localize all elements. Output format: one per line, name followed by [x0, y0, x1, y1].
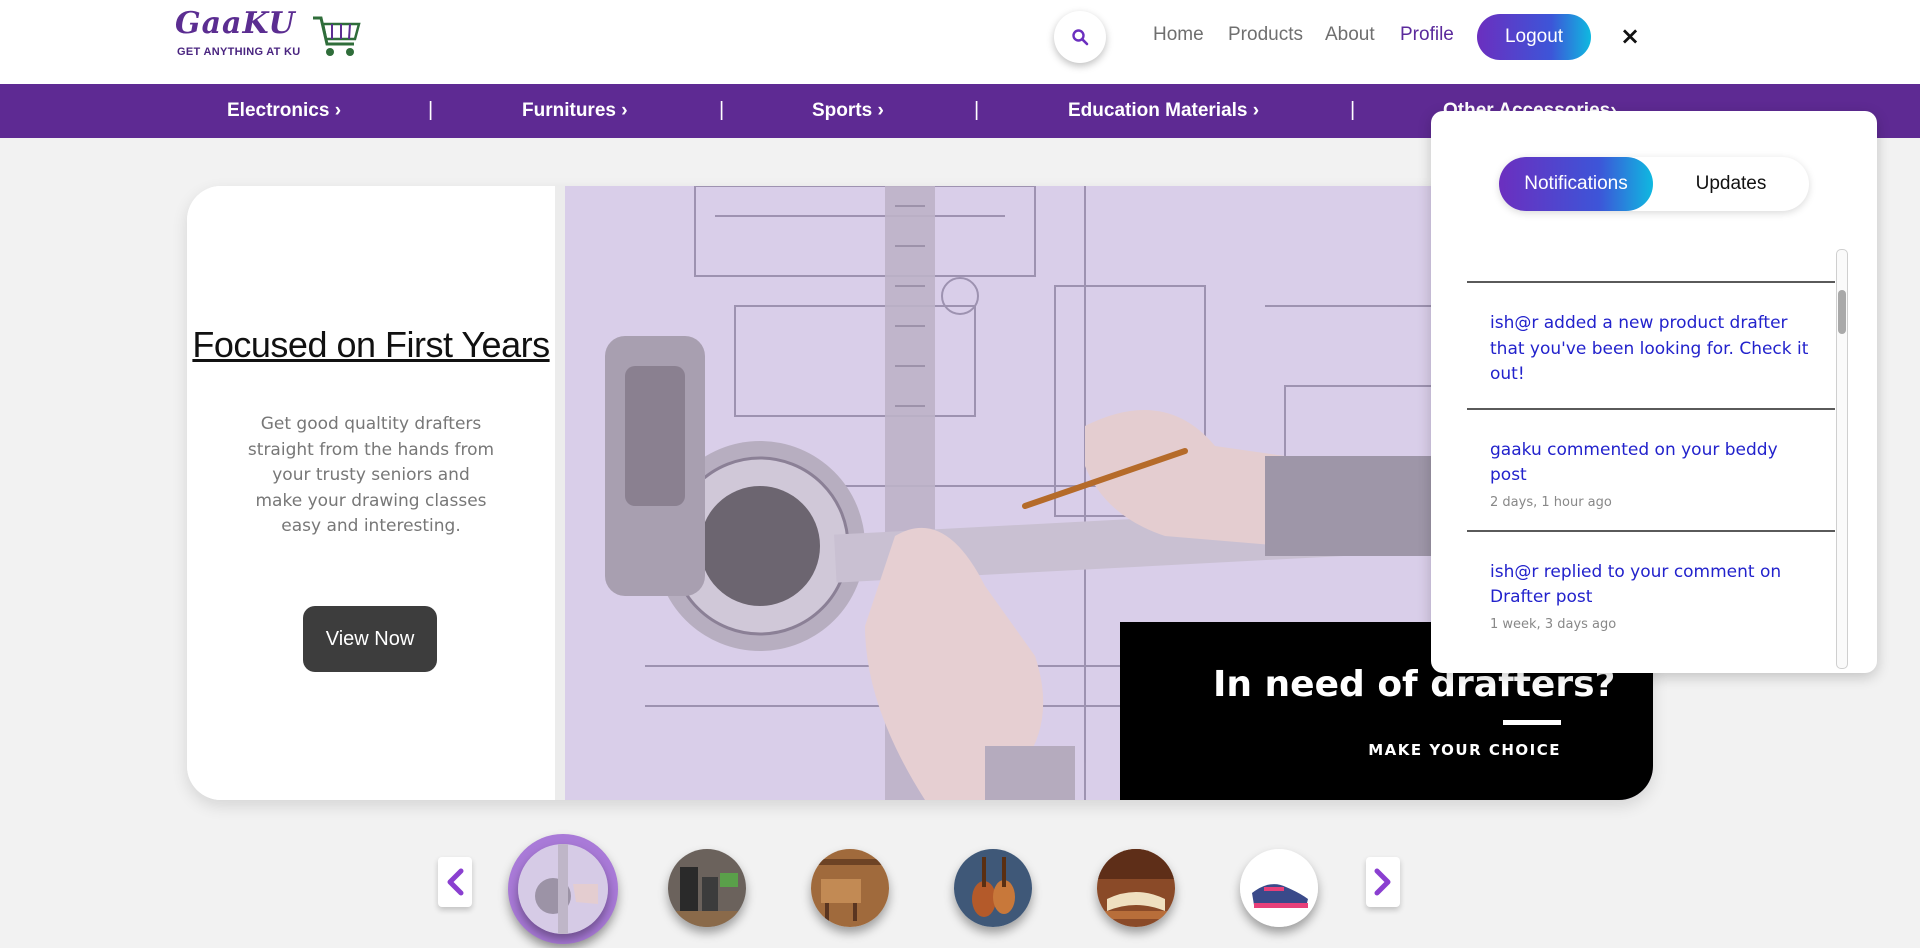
notification-text[interactable]: ish@r added a new product drafter that y…	[1490, 311, 1815, 388]
notification-text[interactable]: gaaku commented on your beddy post	[1490, 438, 1815, 489]
notification-time: 2 days, 1 hour ago	[1490, 494, 1612, 510]
notification-item[interactable]: ish@r added a new product drafter that y…	[1467, 281, 1835, 408]
category-separator: |	[1350, 99, 1356, 121]
logo-text: GaaKU	[175, 6, 296, 41]
books-thumbnail	[1097, 849, 1175, 927]
logo[interactable]: GaaKU GET ANYTHING AT KU	[175, 6, 365, 64]
nav-profile[interactable]: Profile	[1400, 24, 1454, 46]
panel-tabs: Notifications Updates	[1499, 157, 1809, 211]
carousel-thumb-shoes[interactable]	[1240, 849, 1318, 927]
carousel-thumb-drafter[interactable]	[518, 844, 608, 934]
notification-list[interactable]: ish@r added a new product drafter that y…	[1467, 281, 1835, 661]
hero-title: Focused on First Years	[192, 324, 550, 365]
search-icon	[1072, 29, 1089, 46]
notification-scrollbar[interactable]	[1836, 249, 1848, 669]
nav-products[interactable]: Products	[1228, 24, 1303, 46]
category-electronics[interactable]: Electronics ›	[227, 100, 341, 122]
carousel-prev-button[interactable]	[438, 857, 472, 907]
notification-item[interactable]: ish@r replied to your comment on Drafter…	[1467, 529, 1835, 652]
hero-divider	[555, 186, 565, 800]
carousel-thumb-furniture[interactable]	[811, 849, 889, 927]
carousel-thumb-electronics[interactable]	[668, 849, 746, 927]
search-button[interactable]	[1054, 11, 1106, 63]
notifications-panel: Notifications Updates ish@r added a new …	[1431, 111, 1877, 673]
nav-about[interactable]: About	[1325, 24, 1375, 46]
category-furnitures[interactable]: Furnitures ›	[522, 100, 628, 122]
shopping-cart-icon	[313, 16, 361, 56]
carousel-next-button[interactable]	[1366, 857, 1400, 907]
nav-home[interactable]: Home	[1153, 24, 1204, 46]
category-separator: |	[428, 99, 434, 121]
chevron-left-icon	[447, 868, 464, 896]
logout-button[interactable]: Logout	[1477, 14, 1591, 60]
banner-subtitle: MAKE YOUR CHOICE	[1368, 741, 1561, 759]
notification-time: 1 week, 3 days ago	[1490, 616, 1617, 632]
hero-description: Get good qualtity drafters straight from…	[247, 414, 495, 536]
tab-updates[interactable]: Updates	[1653, 157, 1809, 211]
instruments-thumbnail	[954, 849, 1032, 927]
category-separator: |	[974, 99, 980, 121]
close-icon[interactable]: ×	[1620, 24, 1640, 48]
banner-underline	[1503, 720, 1561, 725]
category-sports[interactable]: Sports ›	[812, 100, 884, 122]
view-now-button[interactable]: View Now	[303, 606, 437, 672]
furniture-thumbnail	[811, 849, 889, 927]
carousel-thumb-books[interactable]	[1097, 849, 1175, 927]
logo-tagline: GET ANYTHING AT KU	[177, 46, 301, 58]
top-header: GaaKU GET ANYTHING AT KU Home Products A…	[0, 0, 1920, 84]
shoes-thumbnail	[1240, 849, 1318, 927]
scrollbar-thumb[interactable]	[1838, 290, 1846, 334]
electronics-thumbnail	[668, 849, 746, 927]
category-separator: |	[719, 99, 725, 121]
tab-notifications[interactable]: Notifications	[1499, 157, 1653, 211]
carousel-thumb-instruments[interactable]	[954, 849, 1032, 927]
hero-text-panel: Focused on First Years Get good qualtity…	[187, 186, 555, 800]
notification-text[interactable]: ish@r replied to your comment on Drafter…	[1490, 560, 1815, 611]
category-education-materials[interactable]: Education Materials ›	[1068, 100, 1259, 122]
notification-item[interactable]: gaaku commented on your beddy post 2 day…	[1467, 407, 1835, 530]
drafter-thumbnail	[518, 844, 608, 934]
chevron-right-icon	[1374, 868, 1391, 896]
